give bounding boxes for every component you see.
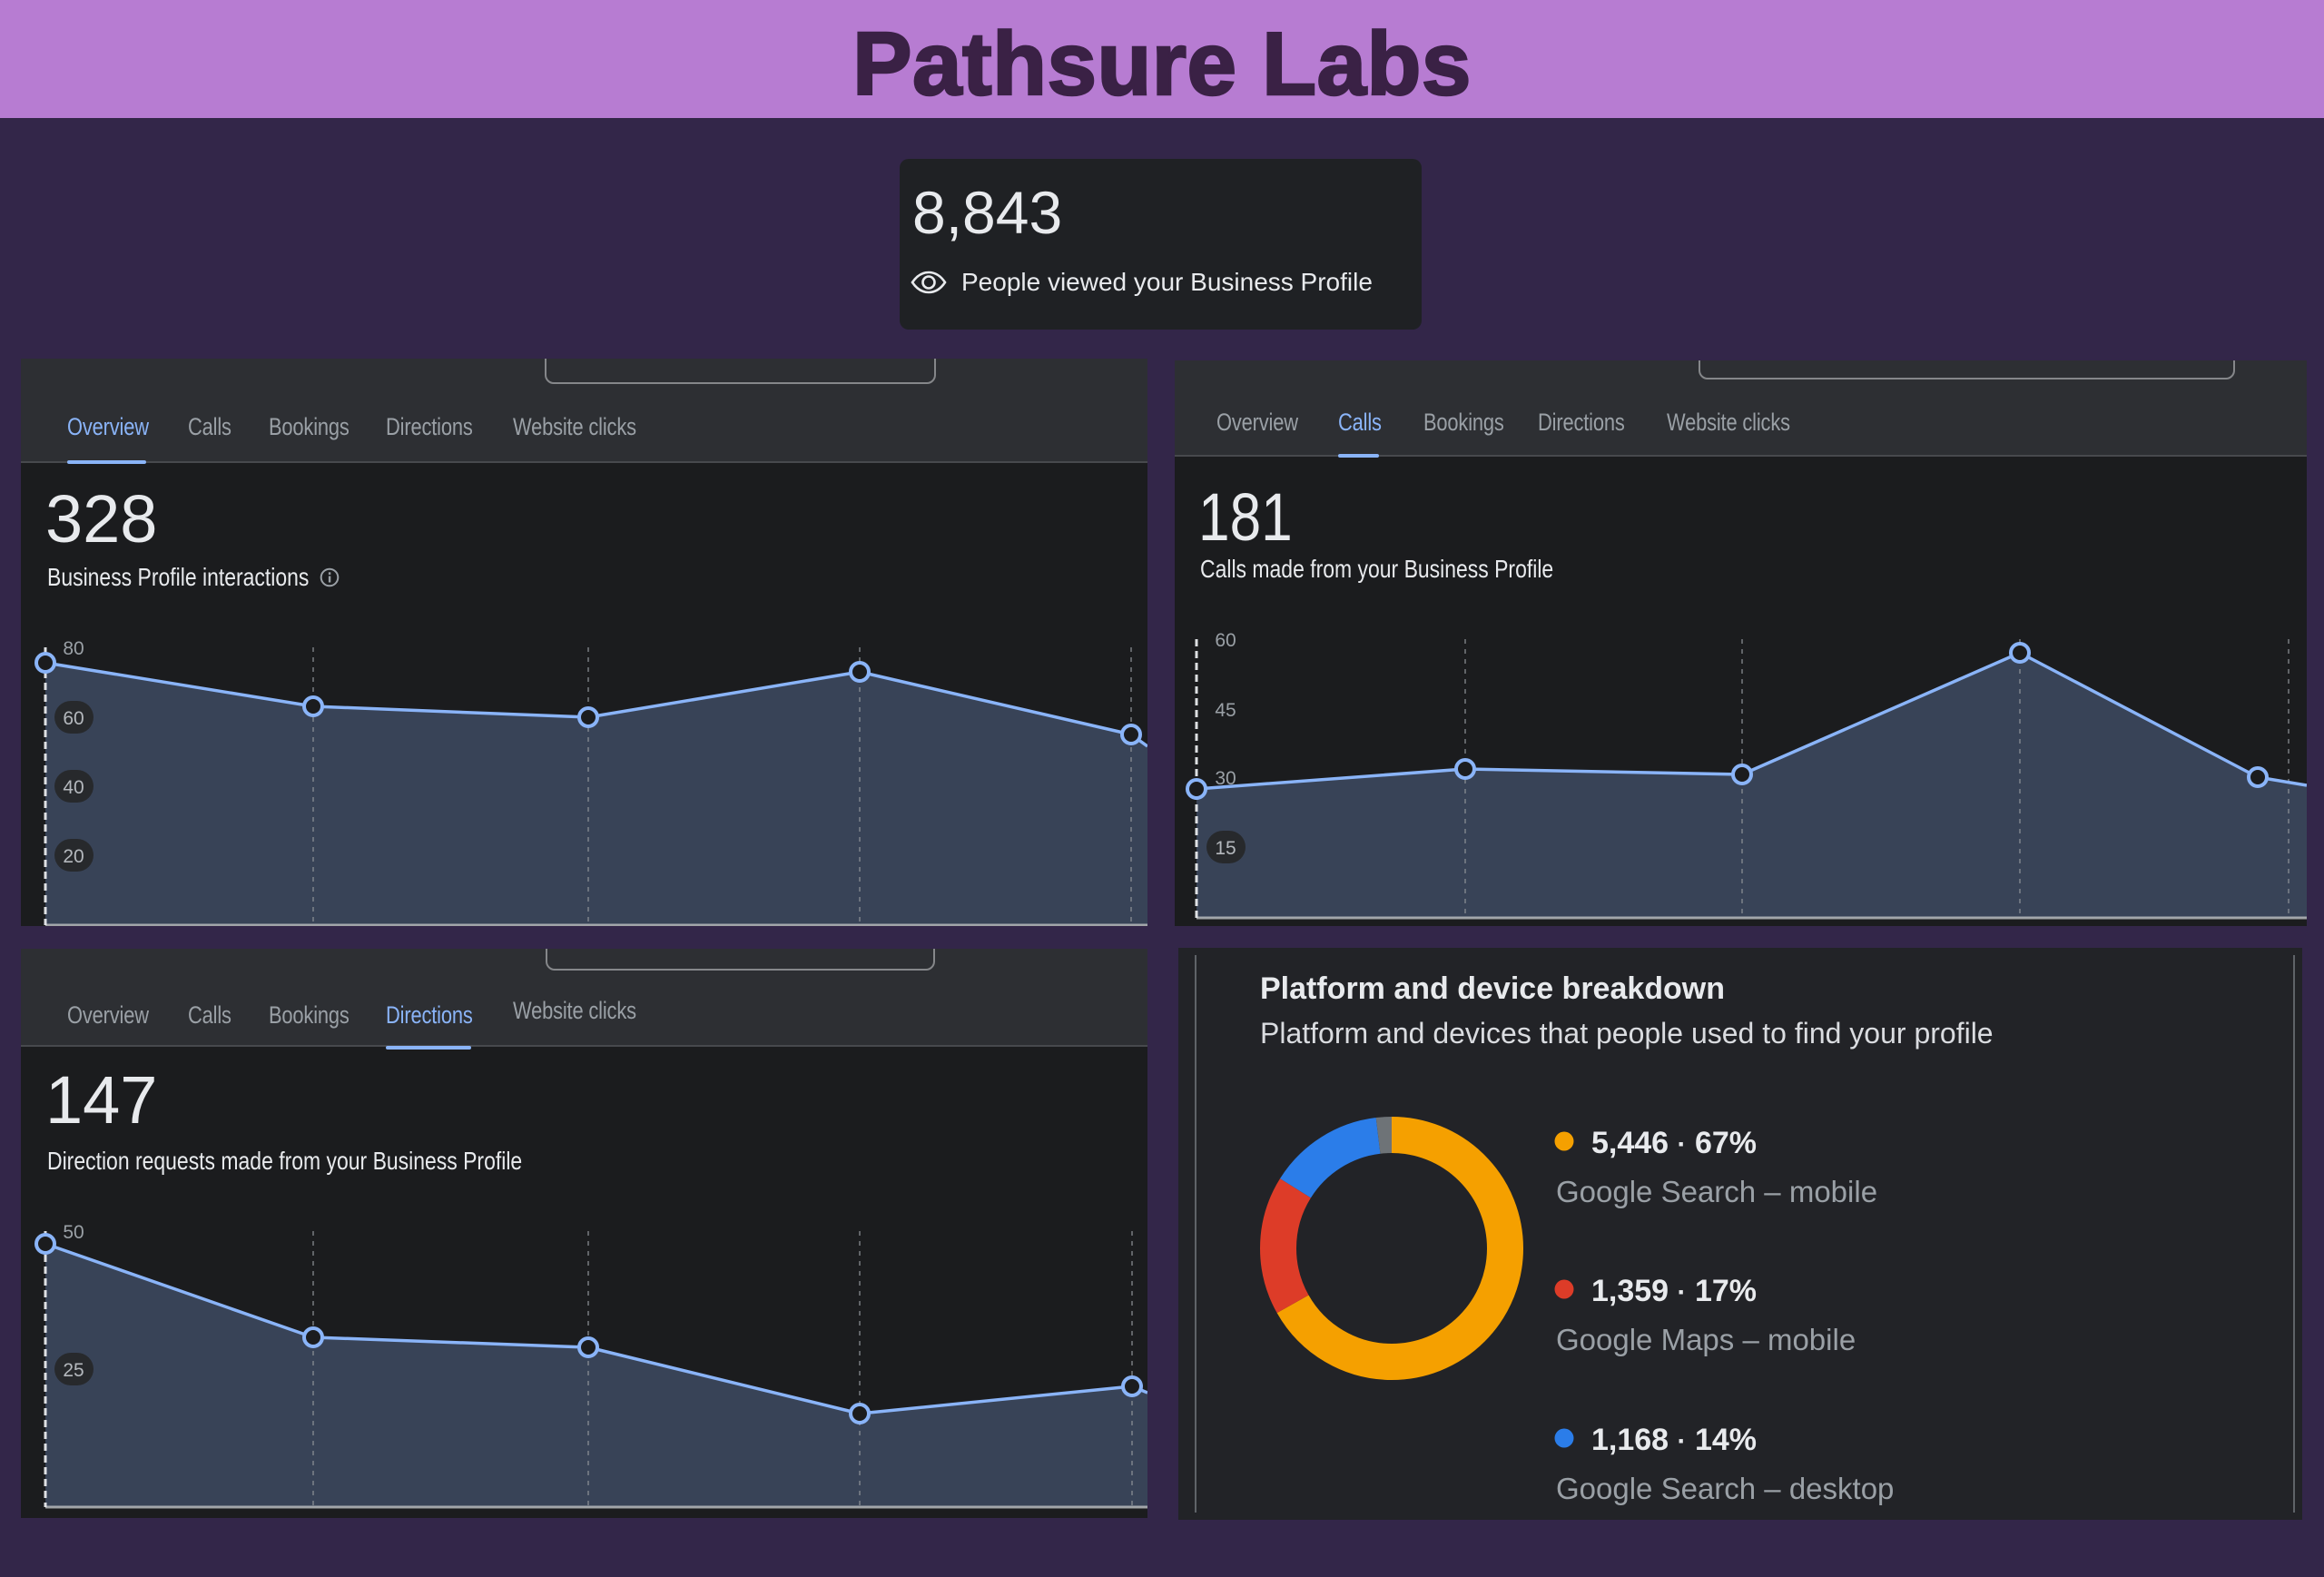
svg-text:50: 50 [63,1222,84,1243]
svg-text:20: 20 [63,846,84,867]
svg-text:15: 15 [1215,838,1236,859]
svg-text:40: 40 [63,777,84,798]
svg-text:45: 45 [1215,700,1236,721]
svg-text:60: 60 [1215,630,1236,651]
svg-text:25: 25 [63,1360,84,1381]
svg-text:30: 30 [1215,768,1236,789]
svg-text:80: 80 [63,638,84,659]
svg-text:60: 60 [63,708,84,729]
